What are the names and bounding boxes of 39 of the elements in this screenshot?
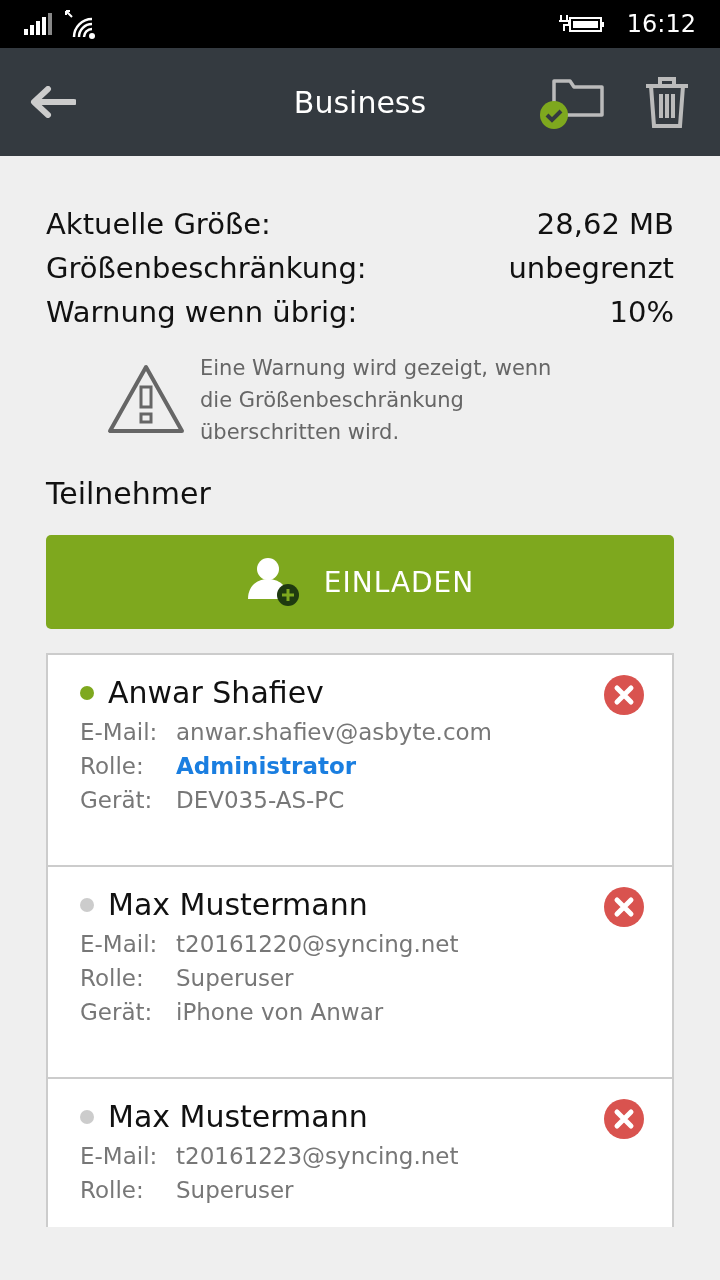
field-label: E-Mail:	[80, 1142, 159, 1171]
member-name: Max Mustermann	[108, 886, 368, 924]
field-value: DEV035-AS-PC	[176, 786, 345, 815]
clock-time: 16:12	[626, 10, 696, 38]
field-label: Gerät:	[80, 998, 154, 1027]
field-value: t20161220@syncing.net	[176, 930, 459, 959]
member-name: Anwar Shafiev	[108, 674, 324, 712]
field-value: t20161223@syncing.net	[176, 1142, 459, 1171]
signal-icon	[24, 13, 52, 35]
warning-text: Eine Warnung wird gezeigt, wenn die Größenbeschränkung überschritten wird.	[200, 355, 553, 446]
remove-icon[interactable]	[604, 675, 644, 715]
field-label: Rolle:	[80, 1176, 145, 1205]
field-label: Rolle:	[80, 752, 145, 781]
field-value: Superuser	[176, 1176, 294, 1205]
section-heading: Teilnehmer	[46, 476, 212, 511]
battery-charging-icon	[558, 13, 605, 35]
stat-label: Größenbeschränkung:	[46, 250, 367, 287]
stat-value: 10%	[609, 294, 674, 331]
field-value: Administrator	[176, 752, 357, 781]
field-label: Rolle:	[80, 964, 145, 993]
add-user-icon	[245, 555, 302, 609]
field-label: Gerät:	[80, 786, 154, 815]
remove-icon[interactable]	[604, 1099, 644, 1139]
stat-label: Warnung wenn übrig:	[46, 294, 358, 331]
field-label: E-Mail:	[80, 930, 159, 959]
stat-value: unbegrenzt	[508, 250, 674, 287]
field-value: iPhone von Anwar	[176, 998, 384, 1027]
stat-label: Aktuelle Größe:	[46, 206, 271, 243]
field-label: E-Mail:	[80, 718, 159, 747]
back-arrow-icon[interactable]	[30, 86, 76, 118]
invite-button[interactable]: EINLADEN	[46, 535, 674, 629]
trash-icon[interactable]	[644, 76, 690, 128]
member-name: Max Mustermann	[108, 1098, 368, 1136]
field-value: anwar.shafiev@asbyte.com	[176, 718, 493, 747]
stat-value: 28,62 MB	[536, 206, 674, 243]
field-value: Superuser	[176, 964, 294, 993]
wifi-icon	[64, 9, 98, 39]
page-title: Business	[293, 84, 427, 120]
remove-icon[interactable]	[604, 887, 644, 927]
